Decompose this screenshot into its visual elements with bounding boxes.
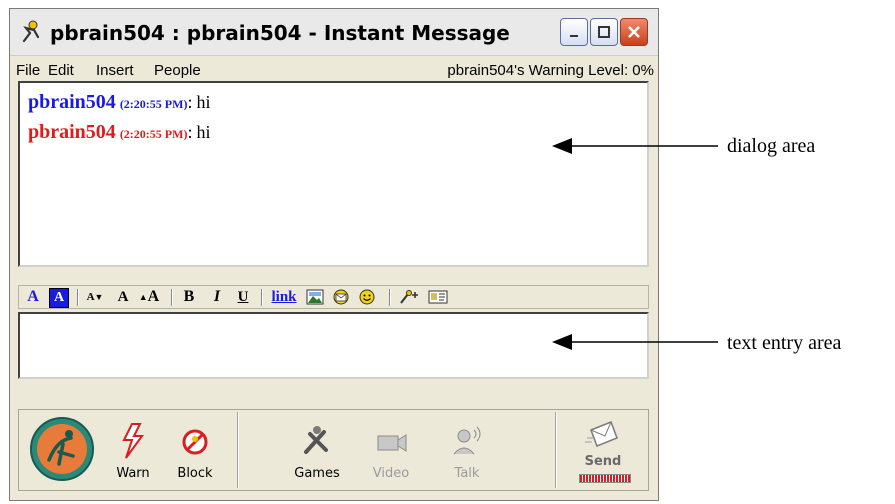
talk-icon xyxy=(453,426,481,455)
games-button[interactable]: Games xyxy=(289,416,345,486)
italic-button[interactable]: I xyxy=(209,288,225,306)
toolbar-separator xyxy=(171,289,173,306)
warning-level: pbrain504's Warning Level: 0% xyxy=(447,62,654,79)
menu-insert[interactable]: Insert xyxy=(96,62,134,79)
video-label: Video xyxy=(372,466,410,481)
insert-email-button[interactable] xyxy=(331,288,351,306)
underline-button[interactable]: U xyxy=(235,288,251,306)
arrow-up-icon: ▲ xyxy=(138,292,148,302)
dialog-area-arrow-icon xyxy=(552,138,718,154)
talk-label: Talk xyxy=(454,466,480,481)
talk-button[interactable]: Talk xyxy=(439,416,495,486)
toolbar-separator xyxy=(555,412,557,488)
games-icon xyxy=(304,426,328,454)
lightning-icon xyxy=(122,423,144,459)
block-button[interactable]: Block xyxy=(171,416,219,486)
format-toolbar: A A A ▼ A ▲ A B I U link xyxy=(18,285,649,309)
message-time: (2:20:55 PM) xyxy=(119,97,188,111)
maximize-button[interactable] xyxy=(590,18,618,46)
toolbar-separator xyxy=(77,289,79,306)
picture-icon xyxy=(306,289,324,305)
aim-running-man-icon xyxy=(22,20,40,43)
smiley-icon xyxy=(359,289,375,305)
toolbar-separator xyxy=(389,289,391,306)
text-color-button[interactable]: A xyxy=(25,288,41,306)
message-text: hi xyxy=(196,122,211,142)
send-button[interactable]: Send xyxy=(573,414,633,486)
background-color-button[interactable]: A xyxy=(49,288,69,308)
toolbar-separator xyxy=(237,412,239,488)
message-separator: : xyxy=(187,122,193,142)
smaller-font-button[interactable]: A ▼ xyxy=(85,288,105,306)
profile-card-icon xyxy=(428,290,448,304)
warn-button[interactable]: Warn xyxy=(109,416,157,486)
close-button[interactable] xyxy=(620,18,648,46)
bold-button[interactable]: B xyxy=(181,288,197,306)
smaller-font-label: A xyxy=(86,291,95,303)
larger-font-button[interactable]: ▲ A xyxy=(137,288,161,306)
toolbar-separator xyxy=(261,289,263,306)
message-text: hi xyxy=(196,92,211,112)
minimize-button[interactable] xyxy=(560,18,588,46)
message-sender: pbrain504 xyxy=(28,91,116,113)
insert-smiley-button[interactable] xyxy=(357,288,377,306)
arrow-down-icon: ▼ xyxy=(94,292,104,302)
insert-link-button[interactable]: link xyxy=(269,288,299,306)
add-buddy-button[interactable] xyxy=(397,288,421,306)
text-entry-area-annotation: text entry area xyxy=(727,332,842,354)
block-icon xyxy=(182,429,208,455)
block-label: Block xyxy=(177,466,213,481)
send-label: Send xyxy=(584,454,622,469)
menu-edit[interactable]: Edit xyxy=(48,62,74,79)
video-camera-icon xyxy=(377,434,407,452)
instant-message-window: pbrain504 : pbrain504 - Instant Message … xyxy=(9,8,659,501)
larger-font-label: A xyxy=(147,288,160,305)
buddy-icon[interactable] xyxy=(29,416,95,482)
message-line: pbrain504 (2:20:55 PM): hi xyxy=(28,91,210,114)
insert-picture-button[interactable] xyxy=(305,288,325,306)
send-level-meter xyxy=(579,474,631,483)
close-icon xyxy=(628,26,640,38)
text-entry-area-arrow-icon xyxy=(552,334,718,350)
normal-font-button[interactable]: A xyxy=(115,288,131,306)
menu-file[interactable]: File xyxy=(16,62,40,79)
send-envelope-icon xyxy=(585,421,618,447)
bottom-toolbar: Warn Block Games Video Talk Send xyxy=(18,409,649,491)
envelope-icon xyxy=(333,289,349,305)
maximize-icon xyxy=(598,26,610,38)
warn-label: Warn xyxy=(116,466,150,481)
video-button[interactable]: Video xyxy=(363,416,419,486)
dialog-area-annotation: dialog area xyxy=(727,135,816,157)
message-time: (2:20:55 PM) xyxy=(119,127,188,141)
games-label: Games xyxy=(294,466,340,481)
message-separator: : xyxy=(187,92,193,112)
dialog-area[interactable]: pbrain504 (2:20:55 PM): hi pbrain504 (2:… xyxy=(18,81,649,267)
archer-buddy-icon xyxy=(30,417,94,481)
menu-people[interactable]: People xyxy=(154,62,201,79)
minimize-icon xyxy=(570,35,578,37)
add-buddy-icon xyxy=(400,290,418,304)
message-sender: pbrain504 xyxy=(28,121,116,143)
window-title: pbrain504 : pbrain504 - Instant Message xyxy=(50,21,510,45)
title-bar[interactable]: pbrain504 : pbrain504 - Instant Message xyxy=(10,9,658,56)
message-line: pbrain504 (2:20:55 PM): hi xyxy=(28,121,210,144)
buddy-info-button[interactable] xyxy=(427,288,449,306)
